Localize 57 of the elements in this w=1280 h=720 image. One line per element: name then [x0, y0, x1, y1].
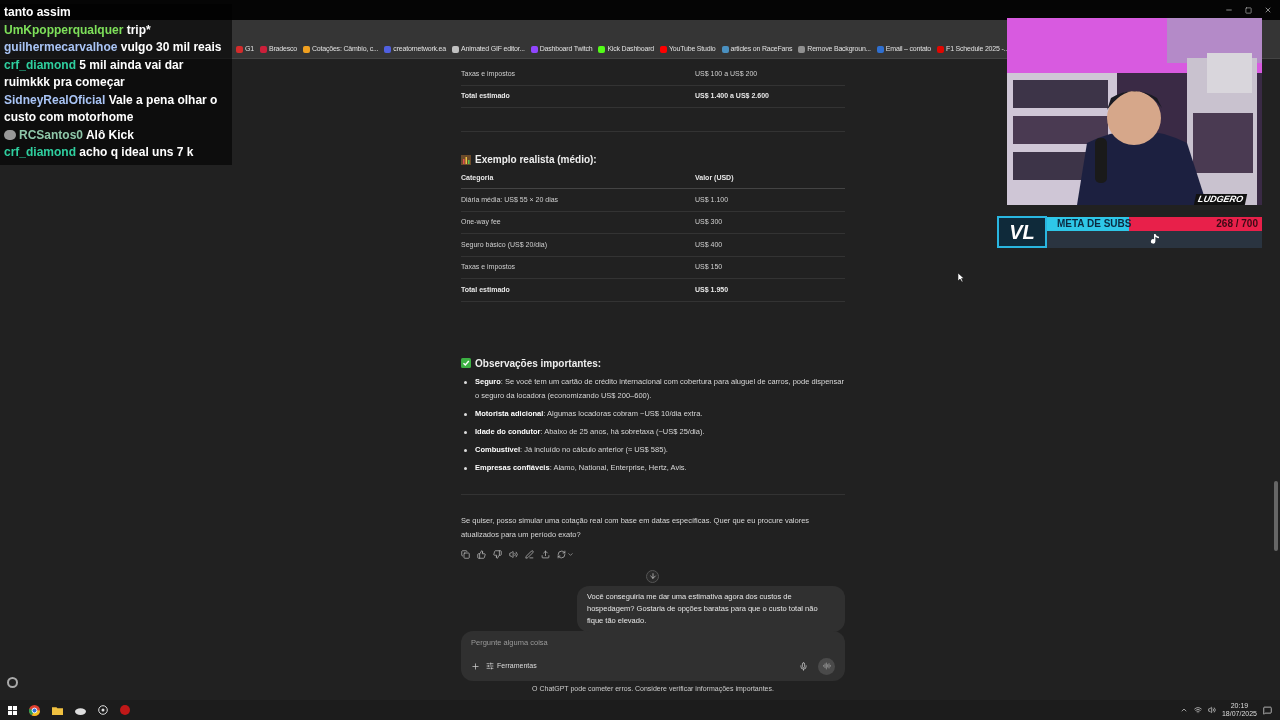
bullet-icon [464, 466, 467, 470]
volume-icon[interactable] [1207, 706, 1216, 714]
streamer-tag: LUDGERO [1193, 194, 1248, 205]
browser-icon[interactable] [29, 704, 40, 716]
speaker-icon[interactable] [509, 549, 518, 559]
notification-icon[interactable] [1263, 705, 1272, 715]
scrollbar-thumb[interactable] [1274, 481, 1278, 551]
bullet-icon [464, 412, 467, 416]
avatar-icon [4, 130, 16, 141]
close-icon[interactable] [1264, 6, 1272, 14]
maximize-icon[interactable] [1245, 6, 1252, 14]
regenerate-icon[interactable] [557, 549, 566, 559]
cursor-icon [958, 273, 964, 282]
voice-button[interactable] [818, 657, 835, 675]
bullet-icon [464, 448, 467, 452]
sliders-icon[interactable] [486, 662, 494, 670]
folder-icon[interactable] [52, 705, 63, 715]
section-heading: Exemplo realista (médio): [475, 153, 597, 167]
windows-icon[interactable] [8, 705, 17, 715]
thumbs-up-icon[interactable] [477, 549, 486, 559]
share-icon[interactable] [541, 549, 550, 559]
aperture-icon[interactable] [98, 705, 108, 715]
chat-username: RCSantos0 [19, 127, 83, 142]
thumbs-down-icon[interactable] [493, 549, 502, 559]
chat-message: guilhermecarvalhoe vulgo 30 mil reais [4, 39, 222, 56]
music-note-icon [1150, 233, 1159, 245]
chart-icon [461, 154, 471, 165]
bullet-icon [464, 430, 467, 434]
section-heading: Observações importantes: [475, 356, 602, 371]
network-icon[interactable] [1193, 706, 1202, 714]
channel-logo: VL [997, 216, 1047, 248]
scroll-down-button[interactable] [646, 569, 659, 583]
chat-username: crf_diamond [4, 145, 76, 159]
chat-username: crf_diamond [4, 57, 76, 72]
arrow-down-icon [648, 572, 657, 580]
chat-username: guilhermecarvalhoe [4, 40, 118, 54]
app-icon[interactable] [120, 705, 130, 715]
chevron-down-icon[interactable] [567, 550, 574, 558]
copy-icon[interactable] [461, 549, 470, 559]
microphone-icon[interactable] [799, 661, 808, 671]
chat-message: tanto assim [4, 4, 71, 21]
chat-message: crf_diamond acho q ideal uns 7 k [4, 144, 194, 161]
goal-count: 268 / 700 [1216, 216, 1258, 231]
chevron-up-icon[interactable] [1179, 706, 1188, 714]
checkmark-icon [461, 358, 471, 368]
chat-username: UmKpopperqualquer [4, 22, 124, 37]
chat-message: RCSantos0 Alô Kick [4, 126, 134, 144]
chat-username: SidneyRealOficial [4, 92, 106, 107]
settings-icon[interactable] [7, 677, 18, 688]
plus-icon[interactable] [471, 661, 480, 671]
chat-message: crf_diamond 5 mil ainda vai dar ruimkkk pra começar [4, 56, 185, 91]
chat-message: UmKpopperqualquer trip* [4, 21, 151, 39]
sound-wave-icon [822, 662, 831, 670]
cloud-icon[interactable] [75, 705, 86, 715]
bullet-icon [464, 380, 467, 384]
pen-icon[interactable] [525, 549, 534, 559]
chat-message: SidneyRealOficial Vale a pena olhar o custo com motorhome [4, 91, 219, 126]
